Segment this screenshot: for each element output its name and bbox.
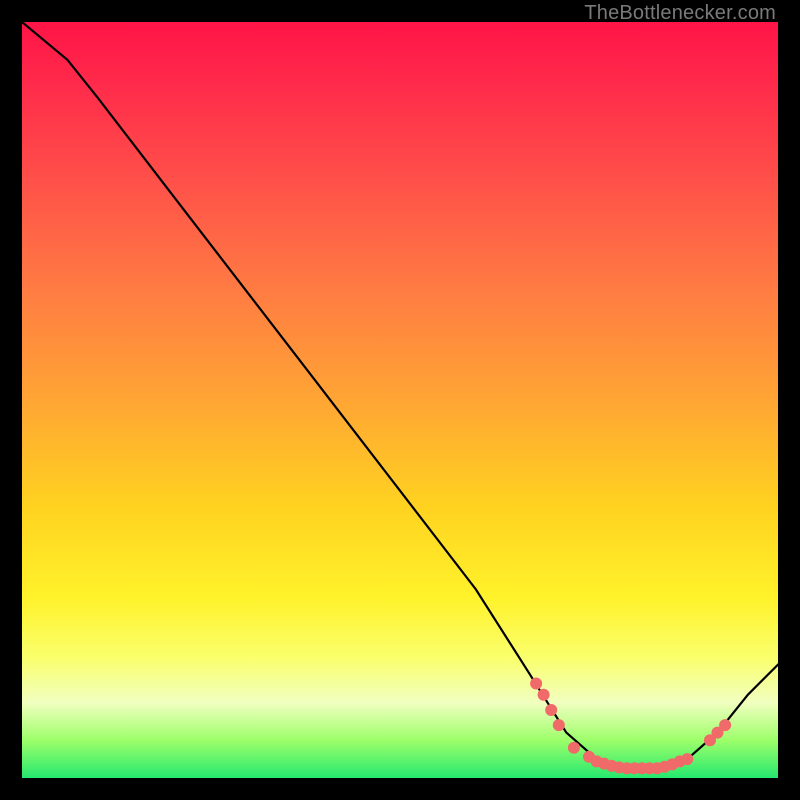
data-point-marker	[530, 678, 542, 690]
data-point-marker	[538, 689, 550, 701]
bottleneck-curve	[22, 22, 778, 768]
marker-group	[530, 678, 731, 775]
data-point-marker	[568, 742, 580, 754]
chart-stage: TheBottlenecker.com	[0, 0, 800, 800]
data-point-marker	[553, 719, 565, 731]
data-point-marker	[719, 719, 731, 731]
plot-area	[22, 22, 778, 778]
data-point-marker	[681, 753, 693, 765]
curve-svg	[22, 22, 778, 778]
data-point-marker	[545, 704, 557, 716]
